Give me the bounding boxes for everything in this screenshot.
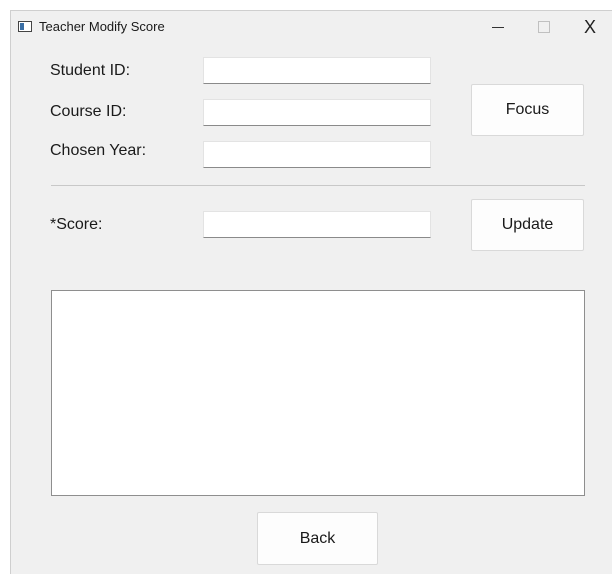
course-id-field[interactable] — [203, 99, 431, 126]
student-id-label: Student ID: — [50, 62, 131, 79]
teacher-modify-score-window: Teacher Modify Score X Student ID: Cours… — [10, 10, 612, 574]
score-field[interactable] — [203, 211, 431, 238]
maximize-icon — [538, 21, 550, 33]
close-button[interactable]: X — [567, 11, 612, 43]
maximize-button[interactable] — [521, 11, 567, 43]
title-bar[interactable]: Teacher Modify Score X — [11, 11, 612, 43]
update-button[interactable]: Update — [471, 199, 584, 251]
app-window-icon — [18, 21, 32, 32]
focus-button[interactable]: Focus — [471, 84, 584, 136]
output-text-area[interactable] — [51, 290, 585, 496]
course-id-label: Course ID: — [50, 103, 127, 120]
score-label: *Score: — [50, 216, 103, 233]
close-icon: X — [583, 16, 596, 37]
student-id-field[interactable] — [203, 57, 431, 84]
chosen-year-field[interactable] — [203, 141, 431, 168]
minimize-button[interactable] — [475, 11, 521, 43]
chosen-year-label: Chosen Year: — [50, 142, 147, 159]
separator-line — [51, 185, 585, 186]
minimize-icon — [492, 26, 504, 28]
back-button[interactable]: Back — [257, 512, 378, 565]
window-title: Teacher Modify Score — [39, 19, 165, 34]
